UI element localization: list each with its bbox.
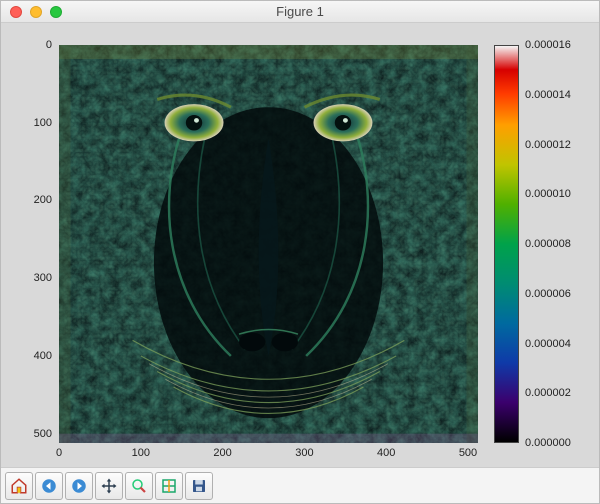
pan-button[interactable]: [95, 472, 123, 500]
cbar-tick-7: 0.000014: [525, 89, 571, 101]
save-icon: [190, 477, 208, 495]
cbar-tick-3: 0.000006: [525, 288, 571, 300]
arrow-right-icon: [70, 477, 88, 495]
home-button[interactable]: [5, 472, 33, 500]
back-button[interactable]: [35, 472, 63, 500]
cbar-tick-2: 0.000004: [525, 338, 571, 350]
zoom-icon: [130, 477, 148, 495]
home-icon: [10, 477, 28, 495]
ytick-400: 400: [12, 350, 52, 362]
xtick-0: 0: [39, 447, 79, 459]
zoom-button[interactable]: [125, 472, 153, 500]
save-button[interactable]: [185, 472, 213, 500]
heatmap-image: [59, 45, 478, 443]
ytick-200: 200: [12, 194, 52, 206]
ytick-100: 100: [12, 117, 52, 129]
cbar-tick-0: 0.000000: [525, 437, 571, 449]
move-icon: [100, 477, 118, 495]
xtick-300: 300: [284, 447, 324, 459]
xtick-200: 200: [203, 447, 243, 459]
colorbar: [494, 45, 519, 443]
xtick-400: 400: [366, 447, 406, 459]
cbar-tick-4: 0.000008: [525, 238, 571, 250]
figure-window: Figure 1: [0, 0, 600, 504]
window-titlebar: Figure 1: [1, 1, 599, 23]
matplotlib-toolbar: [1, 467, 599, 503]
ytick-300: 300: [12, 272, 52, 284]
arrow-left-icon: [40, 477, 58, 495]
window-title: Figure 1: [1, 4, 599, 19]
figure-canvas: 0 100 200 300 400 500 0 100 200 300 400 …: [1, 23, 599, 467]
ytick-500: 500: [12, 428, 52, 440]
xtick-500: 500: [448, 447, 488, 459]
xtick-100: 100: [121, 447, 161, 459]
cbar-tick-6: 0.000012: [525, 139, 571, 151]
cbar-tick-1: 0.000002: [525, 387, 571, 399]
subplots-icon: [160, 477, 178, 495]
ytick-0: 0: [12, 39, 52, 51]
forward-button[interactable]: [65, 472, 93, 500]
cbar-tick-8: 0.000016: [525, 39, 571, 51]
subplots-button[interactable]: [155, 472, 183, 500]
heatmap-axes[interactable]: [59, 45, 478, 443]
cbar-tick-5: 0.000010: [525, 188, 571, 200]
